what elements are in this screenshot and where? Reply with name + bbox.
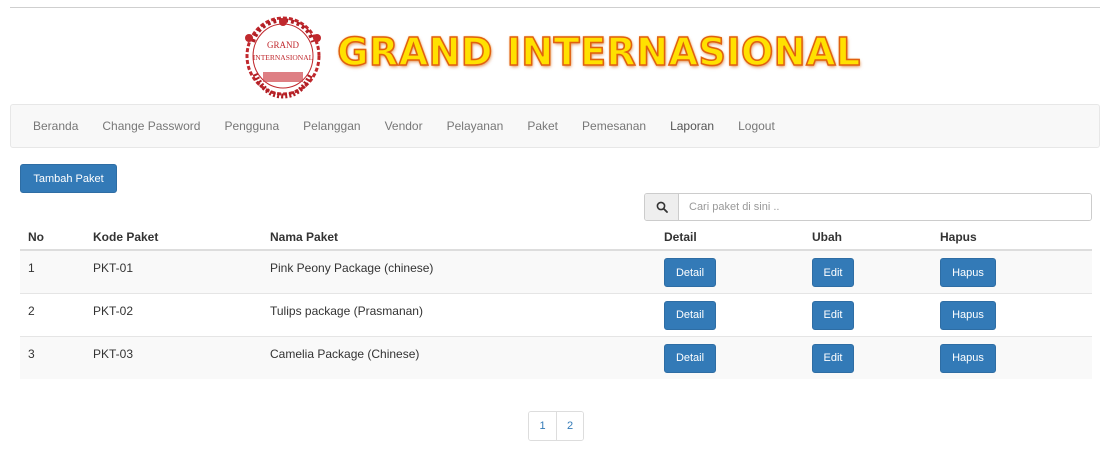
col-header-kode-paket: Kode Paket <box>85 224 262 251</box>
nav-item-logout[interactable]: Logout <box>726 119 787 133</box>
seal-text-internasional: INTERNASIONAL <box>253 53 314 62</box>
edit-button[interactable]: Edit <box>812 258 854 287</box>
nav-item-beranda[interactable]: Beranda <box>21 119 90 133</box>
edit-button[interactable]: Edit <box>812 343 854 373</box>
logo-seal: GRAND INTERNASIONAL <box>239 12 327 100</box>
cell-no: 3 <box>20 335 85 379</box>
cell-nama-paket: Tulips package (Prasmanan) <box>262 292 656 336</box>
search-input[interactable] <box>679 194 1091 220</box>
col-header-nama-paket: Nama Paket <box>262 224 656 251</box>
pagination: 1 2 <box>528 411 584 441</box>
nav-item-pelayanan[interactable]: Pelayanan <box>435 119 516 133</box>
main-navbar: Beranda Change Password Pengguna Pelangg… <box>10 104 1100 148</box>
page-link-1[interactable]: 1 <box>529 412 556 440</box>
table-row: 3 PKT-03 Camelia Package (Chinese) Detai… <box>20 335 1092 379</box>
table-row: 1 PKT-01 Pink Peony Package (chinese) De… <box>20 249 1092 293</box>
cell-kode-paket: PKT-01 <box>85 249 262 293</box>
delete-button[interactable]: Hapus <box>940 300 996 330</box>
edit-button[interactable]: Edit <box>812 300 854 330</box>
cell-nama-paket: Camelia Package (Chinese) <box>262 335 656 379</box>
detail-button[interactable]: Detail <box>664 343 716 373</box>
cell-kode-paket: PKT-02 <box>85 292 262 336</box>
cell-kode-paket: PKT-03 <box>85 335 262 379</box>
col-header-detail: Detail <box>656 224 804 251</box>
package-table: No Kode Paket Nama Paket Detail Ubah Hap… <box>20 224 1092 379</box>
table-header-row: No Kode Paket Nama Paket Detail Ubah Hap… <box>20 224 1092 251</box>
col-header-hapus: Hapus <box>932 224 1092 251</box>
nav-item-pengguna[interactable]: Pengguna <box>212 119 291 133</box>
nav-item-change-password[interactable]: Change Password <box>90 119 212 133</box>
search-group <box>644 193 1092 221</box>
col-header-no: No <box>20 224 85 251</box>
nav-item-paket[interactable]: Paket <box>515 119 570 133</box>
search-icon <box>645 194 679 220</box>
page-link-2[interactable]: 2 <box>556 412 583 440</box>
logo-seal-icon: GRAND INTERNASIONAL <box>245 16 322 99</box>
detail-button[interactable]: Detail <box>664 258 716 287</box>
add-package-button[interactable]: Tambah Paket <box>20 164 117 193</box>
nav-item-vendor[interactable]: Vendor <box>373 119 435 133</box>
nav-item-pemesanan[interactable]: Pemesanan <box>570 119 658 133</box>
nav-item-laporan[interactable]: Laporan <box>658 119 726 133</box>
detail-button[interactable]: Detail <box>664 300 716 330</box>
nav-item-pelanggan[interactable]: Pelanggan <box>291 119 372 133</box>
brand-title: GRAND INTERNASIONAL <box>337 29 861 75</box>
site-header: GRAND INTERNASIONAL GRAND INTERNASIONAL <box>0 9 1100 103</box>
cell-no: 2 <box>20 292 85 336</box>
cell-no: 1 <box>20 249 85 293</box>
col-header-ubah: Ubah <box>804 224 932 251</box>
seal-text-grand: GRAND <box>267 40 300 50</box>
delete-button[interactable]: Hapus <box>940 343 996 373</box>
cell-nama-paket: Pink Peony Package (chinese) <box>262 249 656 293</box>
table-row: 2 PKT-02 Tulips package (Prasmanan) Deta… <box>20 292 1092 336</box>
top-divider <box>10 7 1100 8</box>
delete-button[interactable]: Hapus <box>940 258 996 287</box>
